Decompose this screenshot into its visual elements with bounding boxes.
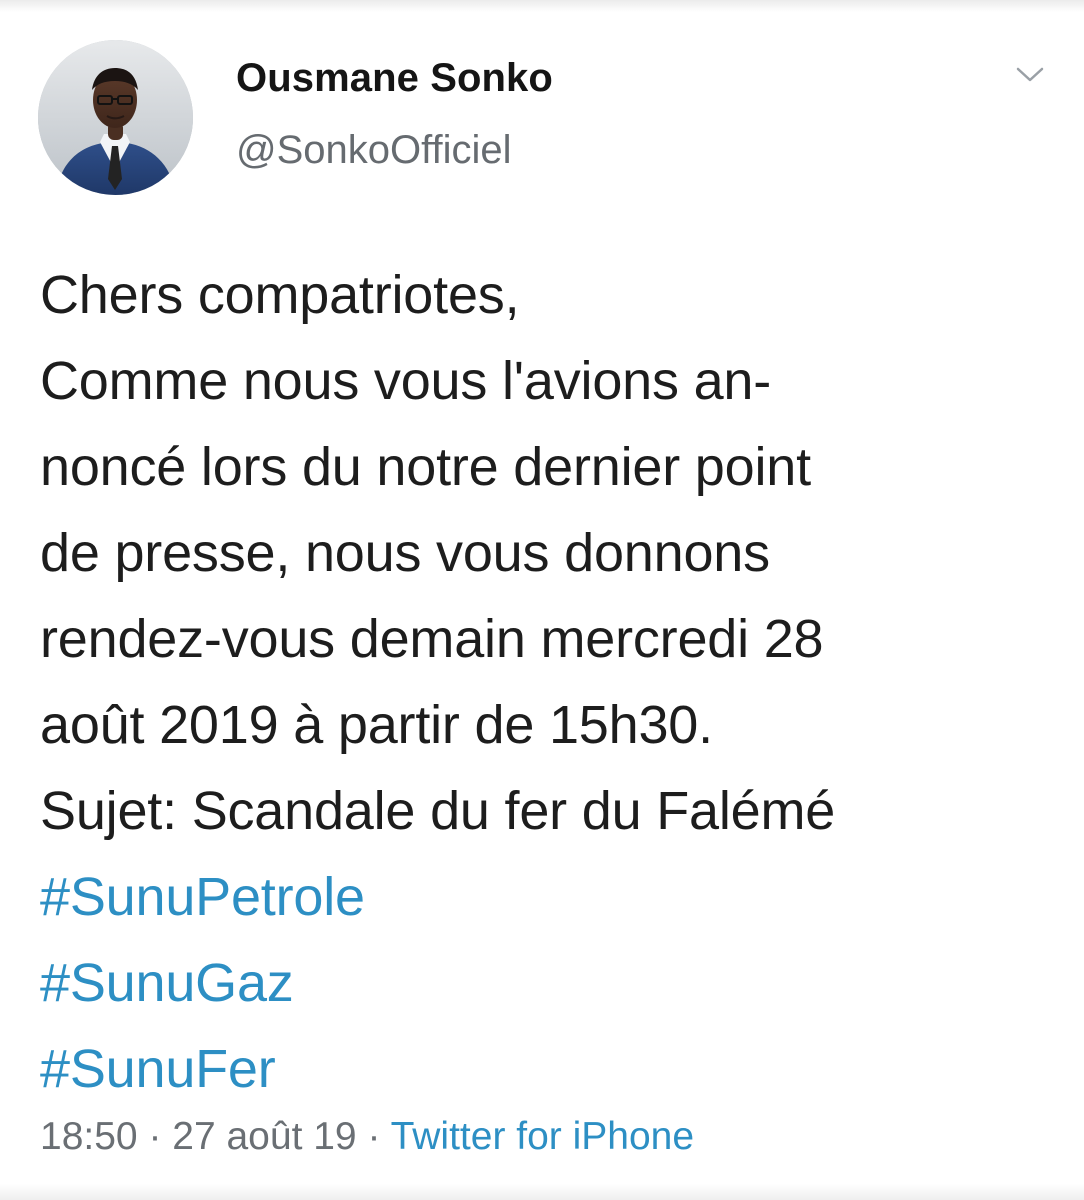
tweet-line: Comme nous vous l'avions an- — [40, 351, 772, 411]
tweet-time: 18:50 — [40, 1115, 138, 1158]
tweet-line: de presse, nous vous donnons — [40, 523, 770, 583]
meta-separator: · — [356, 1115, 391, 1158]
tweet-line: rendez-vous demain mercredi 28 — [40, 609, 824, 669]
meta-separator: · — [137, 1115, 173, 1158]
avatar[interactable] — [38, 40, 193, 195]
tweet-line: août 2019 à partir de 15h30. — [40, 695, 713, 755]
tweet-body: Chers compatriotes, Comme nous vous l'av… — [40, 252, 1030, 1112]
user-block: Ousmane Sonko @SonkoOfficiel — [236, 58, 553, 170]
tweet-line: Sujet: Scandale du fer du Falémé — [40, 781, 836, 841]
chevron-down-icon[interactable] — [1012, 62, 1048, 86]
user-handle[interactable]: @SonkoOfficiel — [236, 130, 553, 170]
tweet-meta: 18:50 · 27 août 19 · Twitter for iPhone — [40, 1115, 694, 1159]
user-name[interactable]: Ousmane Sonko — [236, 58, 553, 98]
hashtag-link[interactable]: #SunuFer — [40, 1026, 1030, 1112]
tweet-screenshot: Ousmane Sonko @SonkoOfficiel Chers compa… — [0, 0, 1084, 1200]
tweet-header: Ousmane Sonko @SonkoOfficiel — [38, 40, 1048, 200]
tweet-line: Chers compatriotes, — [40, 265, 520, 325]
tweet-date: 27 août 19 — [172, 1115, 357, 1158]
top-shadow — [0, 0, 1084, 12]
tweet-source-link[interactable]: Twitter for iPhone — [391, 1115, 694, 1158]
tweet-line: noncé lors du notre dernier point — [40, 437, 811, 497]
bottom-divider — [0, 1184, 1084, 1200]
hashtag-link[interactable]: #SunuGaz — [40, 940, 1030, 1026]
avatar-image — [38, 40, 193, 195]
hashtag-link[interactable]: #SunuPetrole — [40, 854, 1030, 940]
